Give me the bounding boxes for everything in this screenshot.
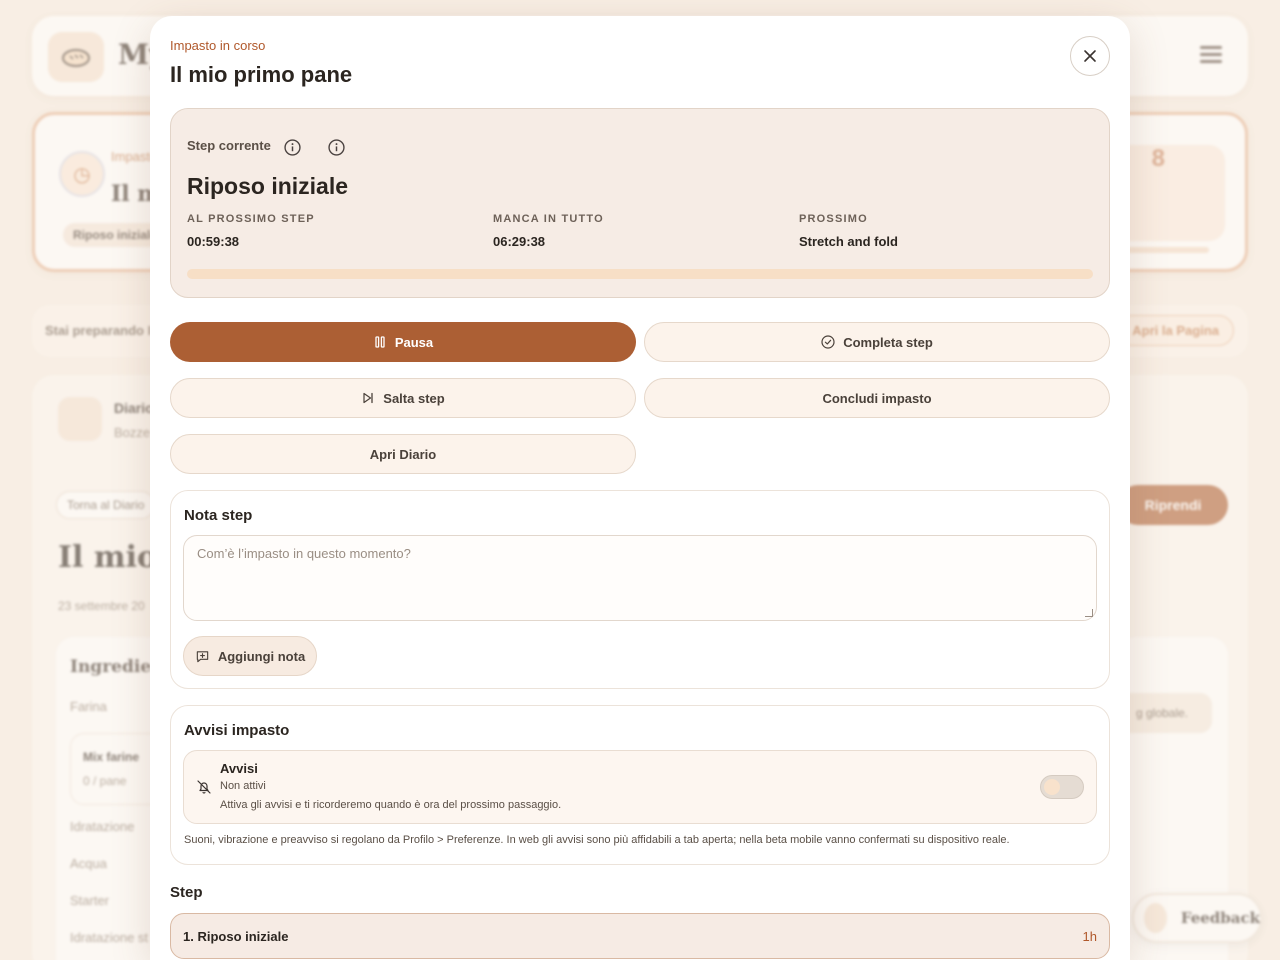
stat-key: PROSSIMO — [799, 213, 868, 225]
step-note-placeholder: Com’è l’impasto in questo momento? — [197, 546, 411, 561]
finish-dough-label: Concludi impasto — [822, 390, 932, 406]
pause-button[interactable]: Pausa — [170, 322, 636, 362]
step-item-label: 1. Riposo iniziale — [183, 929, 289, 944]
alerts-state: Non attivi — [220, 780, 266, 792]
dough-in-progress-modal: Impasto in corso Il mio primo pane Step … — [150, 16, 1130, 960]
step-item-duration: 1h — [1082, 929, 1097, 944]
alerts-description: Attiva gli avvisi e ti ricorderemo quand… — [220, 799, 562, 811]
alerts-name: Avvisi — [220, 761, 258, 776]
skip-forward-icon — [363, 392, 373, 404]
current-step-name: Riposo iniziale — [187, 173, 349, 199]
skip-step-button[interactable]: Salta step — [170, 378, 636, 418]
step-list-item[interactable]: 1. Riposo iniziale 1h — [170, 913, 1110, 959]
finish-dough-button[interactable]: Concludi impasto — [644, 378, 1110, 418]
stat-key: MANCA IN TUTTO — [493, 213, 604, 225]
toggle-knob — [1044, 779, 1060, 795]
pause-label: Pausa — [394, 334, 434, 350]
step-note-card: Nota step Com’è l’impasto in questo mome… — [170, 490, 1110, 689]
steps-title: Step — [170, 884, 203, 901]
message-plus-icon — [196, 650, 209, 662]
next-step: PROSSIMO Stretch and fold — [799, 213, 898, 249]
step-note-title: Nota step — [184, 507, 253, 524]
add-note-label: Aggiungi nota — [217, 648, 306, 664]
close-icon — [1084, 50, 1096, 62]
stat-value: Stretch and fold — [799, 234, 898, 249]
step-note-textarea[interactable]: Com’è l’impasto in questo momento? — [183, 535, 1097, 621]
stat-value: 06:29:38 — [493, 234, 546, 249]
info-icon[interactable] — [328, 139, 345, 156]
complete-step-label: Completa step — [843, 334, 933, 350]
alerts-row: Avvisi Non attivi Attiva gli avvisi e ti… — [183, 750, 1097, 824]
add-note-button[interactable]: Aggiungi nota — [183, 636, 317, 676]
total-remaining: MANCA IN TUTTO 06:29:38 — [493, 213, 604, 249]
resize-handle-icon[interactable] — [1085, 609, 1093, 617]
modal-eyebrow: Impasto in corso — [170, 38, 266, 53]
open-journal-button[interactable]: Apri Diario — [170, 434, 636, 474]
alerts-footnote: Suoni, vibrazione e preavviso si regolan… — [184, 834, 1010, 846]
complete-step-button[interactable]: Completa step — [644, 322, 1110, 362]
close-button[interactable] — [1070, 36, 1110, 76]
check-circle-icon — [821, 335, 835, 349]
stat-value: 00:59:38 — [187, 234, 240, 249]
skip-step-label: Salta step — [383, 390, 445, 406]
current-step-card: Step corrente Riposo iniziale AL PROSSIM… — [170, 108, 1110, 298]
dough-alerts-title: Avvisi impasto — [184, 722, 290, 739]
dough-alerts-card: Avvisi impasto Avvisi Non attivi Attiva … — [170, 705, 1110, 865]
stat-key: AL PROSSIMO STEP — [187, 213, 315, 225]
alerts-toggle[interactable] — [1040, 775, 1084, 799]
modal-title: Il mio primo pane — [170, 62, 353, 87]
pause-icon — [375, 336, 385, 348]
open-journal-label: Apri Diario — [369, 446, 437, 462]
current-step-label: Step corrente — [187, 138, 271, 153]
info-icon[interactable] — [284, 139, 301, 156]
time-to-next-step: AL PROSSIMO STEP 00:59:38 — [187, 213, 315, 249]
bell-off-icon — [197, 780, 211, 794]
step-progress-bar — [187, 269, 1093, 279]
